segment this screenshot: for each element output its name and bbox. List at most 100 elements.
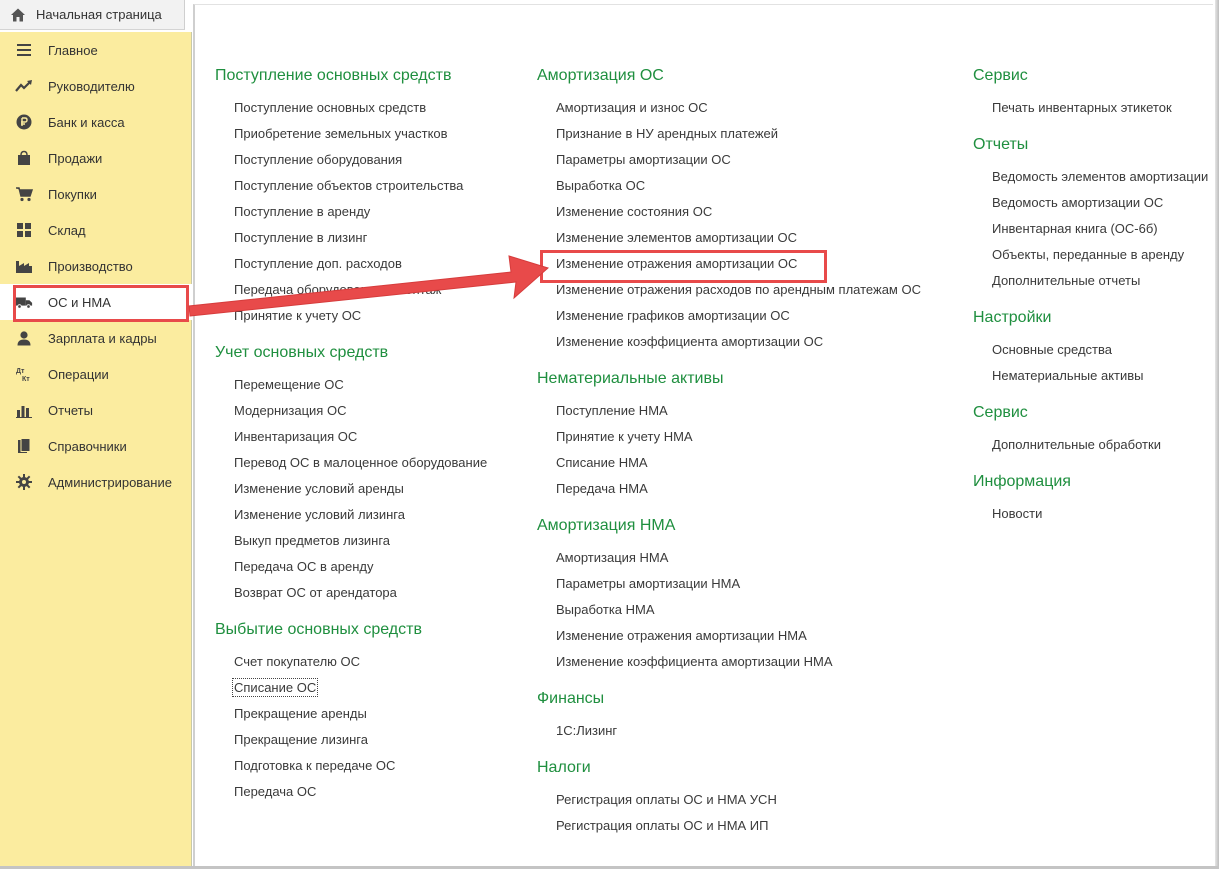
nav-link[interactable]: Изменение отражения расходов по арендным… (556, 282, 921, 297)
nav-link[interactable]: Регистрация оплаты ОС и НМА ИП (556, 818, 769, 833)
nav-link[interactable]: Списание ОС (231, 678, 319, 697)
nav-link[interactable]: Модернизация ОС (234, 403, 346, 418)
nav-link[interactable]: Выработка ОС (556, 178, 645, 193)
nav-link[interactable]: Ведомость элементов амортизации (992, 169, 1208, 184)
nav-link[interactable]: Возврат ОС от арендатора (234, 585, 397, 600)
shopping-bag-icon (15, 149, 33, 167)
nav-link[interactable]: Параметры амортизации ОС (556, 152, 731, 167)
home-icon (10, 7, 26, 23)
nav-link[interactable]: Поступление объектов строительства (234, 178, 463, 193)
nav-link[interactable]: Выкуп предметов лизинга (234, 533, 390, 548)
nav-link[interactable]: Изменение условий лизинга (234, 507, 405, 522)
sidebar-item-label: Зарплата и кадры (48, 330, 157, 346)
nav-link[interactable]: Инвентарная книга (ОС-6б) (992, 221, 1158, 236)
nav-link[interactable]: Объекты, переданные в аренду (992, 247, 1184, 262)
sidebar-item[interactable]: ОС и НМА (0, 284, 192, 320)
factory-icon (15, 257, 33, 275)
dt-label: Дт (16, 368, 25, 375)
nav-link[interactable]: Списание НМА (556, 455, 648, 470)
nav-link[interactable]: Амортизация и износ ОС (556, 100, 708, 115)
nav-link[interactable]: Выработка НМА (556, 602, 655, 617)
nav-link[interactable]: Передача ОС (234, 784, 316, 799)
section-title: Амортизация ОС (537, 67, 664, 84)
nav-link[interactable]: Поступление доп. расходов (234, 256, 402, 271)
nav-link[interactable]: Поступление оборудования (234, 152, 402, 167)
sidebar-item-label: Продажи (48, 150, 103, 166)
nav-link[interactable]: Изменение коэффициента амортизации ОС (556, 334, 823, 349)
home-tab[interactable]: Начальная страница (0, 0, 185, 30)
sidebar-item-label: Операции (48, 366, 109, 382)
section-title: Сервис (973, 404, 1028, 421)
sidebar-item[interactable]: Дт Кт Операции (0, 356, 192, 392)
section-title: Сервис (973, 67, 1028, 84)
nav-link[interactable]: Передача оборудования в монтаж (234, 282, 441, 297)
nav-link[interactable]: Передача НМА (556, 481, 648, 496)
truck-icon (15, 293, 33, 311)
sidebar-item[interactable]: Администрирование (0, 464, 192, 500)
nav-link[interactable]: Регистрация оплаты ОС и НМА УСН (556, 792, 777, 807)
nav-link[interactable]: Поступление в лизинг (234, 230, 367, 245)
nav-link[interactable]: Дополнительные обработки (992, 437, 1161, 452)
nav-link[interactable]: Изменение элементов амортизации ОС (556, 230, 797, 245)
nav-link[interactable]: Изменение отражения амортизации НМА (556, 628, 807, 643)
nav-link[interactable]: Ведомость амортизации ОС (992, 195, 1163, 210)
sidebar-item[interactable]: Руководителю (0, 68, 192, 104)
nav-link[interactable]: Изменение отражения амортизации ОС (556, 256, 797, 271)
bar-chart-icon (15, 401, 33, 419)
sidebar-item[interactable]: Склад (0, 212, 192, 248)
nav-link[interactable]: Прекращение аренды (234, 706, 367, 721)
nav-link[interactable]: Изменение коэффициента амортизации НМА (556, 654, 833, 669)
nav-link[interactable]: Нематериальные активы (992, 368, 1144, 383)
sidebar-item-label: Покупки (48, 186, 97, 202)
sidebar-item[interactable]: Справочники (0, 428, 192, 464)
sidebar-item-label: Администрирование (48, 474, 172, 490)
person-icon (15, 329, 33, 347)
nav-link[interactable]: Прекращение лизинга (234, 732, 368, 747)
nav-link[interactable]: Передача ОС в аренду (234, 559, 373, 574)
nav-link[interactable]: Инвентаризация ОС (234, 429, 357, 444)
nav-link[interactable]: Изменение условий аренды (234, 481, 404, 496)
window-shadow-right (1215, 0, 1219, 869)
nav-link[interactable]: Поступление НМА (556, 403, 668, 418)
nav-link[interactable]: Поступление основных средств (234, 100, 426, 115)
nav-link[interactable]: Перемещение ОС (234, 377, 344, 392)
kt-label: Кт (22, 376, 30, 382)
sidebar-item[interactable]: Банк и касса (0, 104, 192, 140)
nav-link[interactable]: Изменение состояния ОС (556, 204, 712, 219)
nav-link[interactable]: Принятие к учету ОС (234, 308, 361, 323)
books-icon (15, 437, 33, 455)
nav-link[interactable]: Приобретение земельных участков (234, 126, 448, 141)
sidebar-item[interactable]: Производство (0, 248, 192, 284)
sidebar-item[interactable]: Покупки (0, 176, 192, 212)
sidebar-item-label: Справочники (48, 438, 127, 454)
nav-link[interactable]: Счет покупателю ОС (234, 654, 360, 669)
nav-link[interactable]: Изменение графиков амортизации ОС (556, 308, 790, 323)
nav-link[interactable]: Основные средства (992, 342, 1112, 357)
section-title: Информация (973, 473, 1071, 490)
section-title: Амортизация НМА (537, 517, 676, 534)
section-title: Выбытие основных средств (215, 621, 422, 638)
sidebar-item[interactable]: Отчеты (0, 392, 192, 428)
nav-link[interactable]: Печать инвентарных этикеток (992, 100, 1172, 115)
nav-link[interactable]: Новости (992, 506, 1042, 521)
nav-link[interactable]: Принятие к учету НМА (556, 429, 693, 444)
section-title: Нематериальные активы (537, 370, 724, 387)
nav-link[interactable]: Перевод ОС в малоценное оборудование (234, 455, 487, 470)
trend-icon (15, 77, 33, 95)
ruble-coin-icon (15, 113, 33, 131)
section-title: Настройки (973, 309, 1052, 326)
sidebar-item[interactable]: Главное (0, 32, 192, 68)
nav-link[interactable]: Дополнительные отчеты (992, 273, 1140, 288)
nav-link[interactable]: Амортизация НМА (556, 550, 668, 565)
section-title: Поступление основных средств (215, 67, 452, 84)
sidebar: Главное Руководителю Банк и касса Продажи По… (0, 32, 192, 869)
nav-link[interactable]: Параметры амортизации НМА (556, 576, 740, 591)
sidebar-item-label: Отчеты (48, 402, 93, 418)
sidebar-item[interactable]: Зарплата и кадры (0, 320, 192, 356)
nav-link[interactable]: 1С:Лизинг (556, 723, 617, 738)
sidebar-item[interactable]: Продажи (0, 140, 192, 176)
nav-link[interactable]: Признание в НУ арендных платежей (556, 126, 778, 141)
nav-link[interactable]: Поступление в аренду (234, 204, 370, 219)
nav-link[interactable]: Подготовка к передаче ОС (234, 758, 395, 773)
app-window: Начальная страница Главное Руководителю Ба… (0, 0, 1219, 869)
